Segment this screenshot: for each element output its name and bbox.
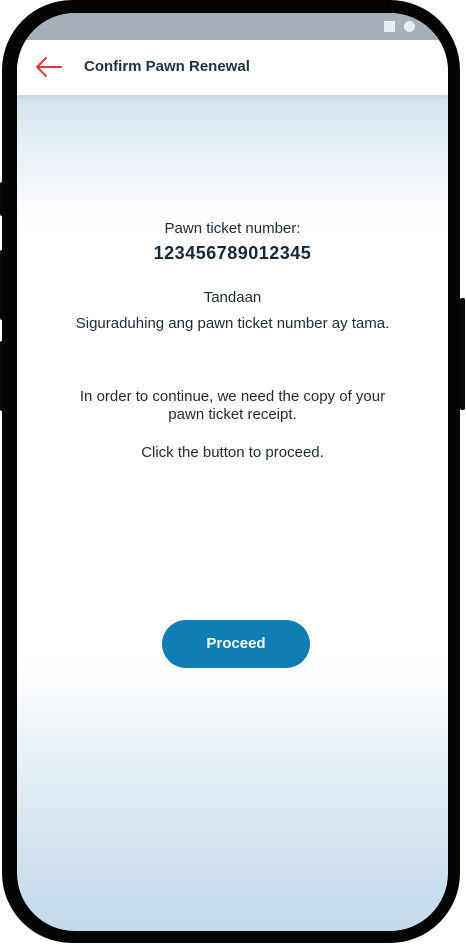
app-header: Confirm Pawn Renewal	[17, 40, 448, 95]
click-instruction: Click the button to proceed.	[141, 444, 324, 461]
status-dot-icon	[404, 21, 415, 32]
page: Confirm Pawn Renewal Pawn ticket number:…	[0, 0, 466, 945]
instruction-line-1: In order to continue, we need the copy o…	[79, 388, 386, 405]
reminder-title: Tandaan	[203, 289, 262, 306]
proceed-button[interactable]: Proceed	[162, 620, 310, 668]
reminder-text: Siguraduhing ang pawn ticket number ay t…	[75, 315, 390, 332]
back-arrow-icon[interactable]	[35, 56, 63, 78]
page-title: Confirm Pawn Renewal	[84, 58, 250, 75]
screen: Confirm Pawn Renewal Pawn ticket number:…	[17, 13, 448, 931]
ticket-label: Pawn ticket number:	[164, 220, 301, 237]
status-bar	[17, 13, 448, 40]
instruction-line-2: pawn ticket receipt.	[168, 406, 297, 423]
ticket-number: 123456789012345	[153, 243, 312, 263]
phone-frame: Confirm Pawn Renewal Pawn ticket number:…	[2, 0, 460, 943]
status-square-icon	[384, 21, 395, 32]
side-button-power	[460, 298, 465, 410]
